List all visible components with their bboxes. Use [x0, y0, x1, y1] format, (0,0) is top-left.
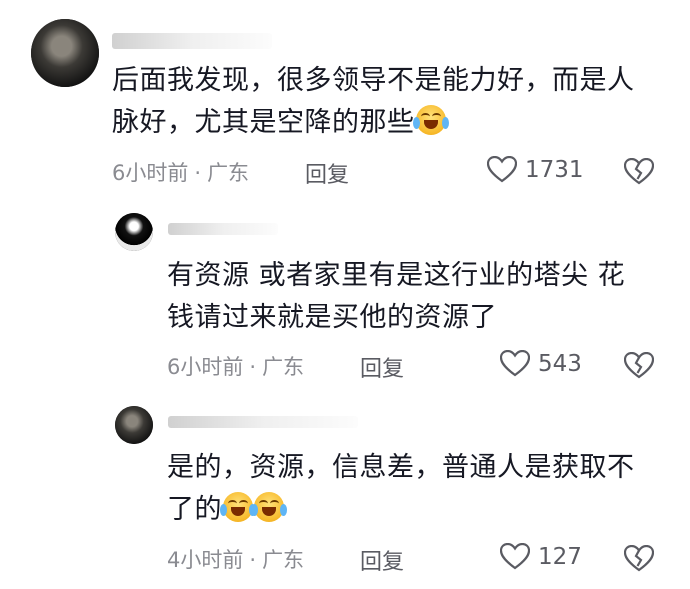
comment-line: 了的	[167, 489, 672, 531]
comment-line: 后面我发现，很多领导不是能力好，而是人	[112, 65, 635, 96]
like-button[interactable]: 1731	[487, 156, 584, 183]
heart-outline-icon	[500, 543, 530, 570]
broken-heart-icon[interactable]	[624, 545, 654, 572]
reply-button[interactable]: 回复	[360, 544, 404, 576]
comment-location: 广东	[207, 161, 250, 185]
comment-time: 6小时前	[167, 355, 244, 379]
comment-meta: 6小时前 · 广东	[112, 157, 249, 187]
comment-line: 有资源 或者家里有是这行业的塔尖 花	[167, 260, 626, 291]
comment-text: 有资源 或者家里有是这行业的塔尖 花 钱请过来就是买他的资源了	[167, 255, 672, 339]
laughing-crying-emoji-icon	[220, 492, 256, 522]
broken-heart-icon[interactable]	[624, 158, 654, 185]
username-blurred[interactable]	[168, 416, 358, 428]
broken-heart-icon[interactable]	[624, 352, 654, 379]
like-count: 1731	[525, 156, 584, 183]
like-count: 543	[538, 350, 582, 377]
comment-text: 后面我发现，很多领导不是能力好，而是人 脉好，尤其是空降的那些	[112, 60, 672, 144]
comment-location: 广东	[262, 355, 305, 379]
comment-time: 4小时前	[167, 548, 244, 572]
comment-line: 是的，资源，信息差，普通人是获取不	[167, 452, 635, 483]
replier-avatar[interactable]	[115, 406, 153, 444]
like-button[interactable]: 127	[500, 543, 582, 570]
comment-location: 广东	[262, 548, 305, 572]
reply-button[interactable]: 回复	[305, 157, 349, 189]
commenter-avatar[interactable]	[31, 19, 99, 87]
comment-meta: 6小时前 · 广东	[167, 351, 304, 381]
comment-text: 是的，资源，信息差，普通人是获取不 了的	[167, 447, 672, 531]
comment-line: 钱请过来就是买他的资源了	[167, 302, 497, 333]
meta-separator: ·	[194, 161, 202, 185]
meta-separator: ·	[249, 548, 257, 572]
comment-line: 脉好，尤其是空降的那些	[112, 102, 672, 144]
like-count: 127	[538, 543, 582, 570]
laughing-crying-emoji-icon	[412, 105, 449, 135]
comment-meta: 4小时前 · 广东	[167, 544, 304, 574]
reply-button[interactable]: 回复	[360, 351, 404, 383]
heart-outline-icon	[487, 156, 517, 183]
username-blurred[interactable]	[112, 33, 272, 49]
meta-separator: ·	[249, 355, 257, 379]
username-blurred[interactable]	[168, 223, 278, 235]
heart-outline-icon	[500, 350, 530, 377]
like-button[interactable]: 543	[500, 350, 582, 377]
comment-time: 6小时前	[112, 161, 189, 185]
laughing-crying-emoji-icon	[251, 492, 287, 522]
replier-avatar[interactable]	[115, 213, 153, 251]
